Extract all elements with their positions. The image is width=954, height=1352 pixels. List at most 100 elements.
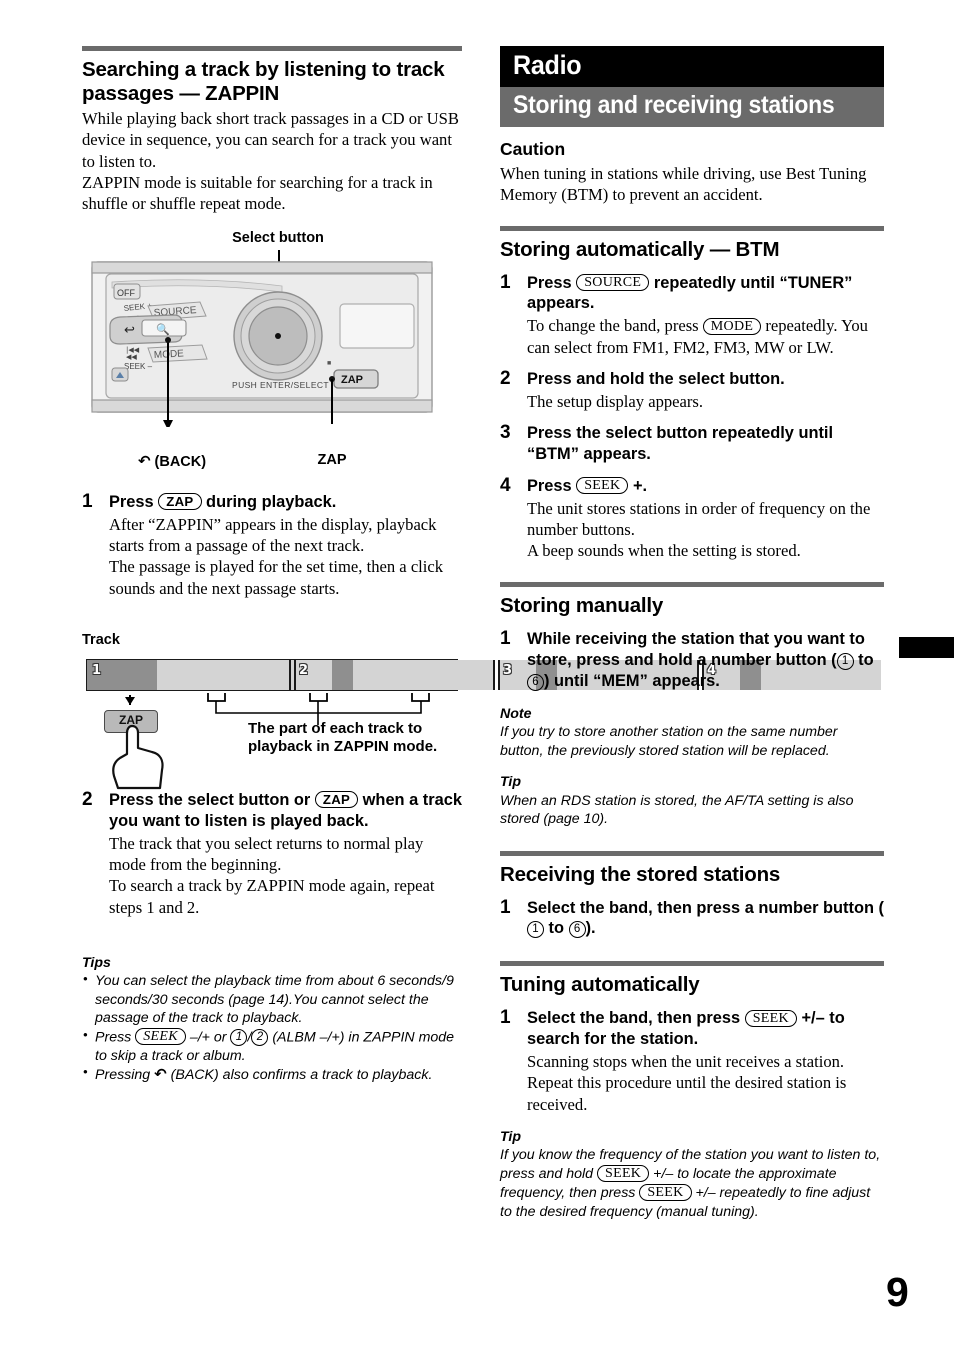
left-column: Searching a track by listening to track … bbox=[82, 46, 462, 215]
step-lead: While receiving the station that you wan… bbox=[527, 629, 884, 692]
svg-text:■: ■ bbox=[327, 360, 331, 367]
step-lead-pre: Select the band, then press bbox=[527, 1009, 745, 1028]
step-number: 3 bbox=[500, 422, 511, 444]
step-lead: Select the band, then press a number but… bbox=[527, 898, 884, 940]
svg-text:ZAP: ZAP bbox=[341, 374, 363, 386]
page-title: Searching a track by listening to track … bbox=[82, 58, 445, 105]
section-heading: Storing manually bbox=[500, 594, 664, 618]
step-detail: After “ZAPPIN” appears in the display, p… bbox=[109, 514, 444, 598]
note-text: If you try to store another station on t… bbox=[500, 724, 838, 759]
step-lead-mid: to bbox=[853, 651, 874, 670]
mode-key: MODE bbox=[702, 317, 762, 335]
seek-key: SEEK bbox=[576, 477, 629, 495]
step-number: 1 bbox=[500, 896, 511, 918]
tip-text: (BACK) also confirms a track to playback… bbox=[166, 1067, 433, 1084]
step-detail-pre: To change the band, press bbox=[527, 316, 703, 336]
step-lead-pre: Select the band, then press a number but… bbox=[527, 898, 884, 917]
step-detail: The unit stores stations in order of fre… bbox=[527, 498, 871, 561]
number-key-1: 1 bbox=[527, 921, 544, 939]
tip-block: Tip When an RDS station is stored, the A… bbox=[500, 773, 884, 828]
step-lead-pre: Press bbox=[527, 273, 577, 292]
tips-block: Tips You can select the playback time fr… bbox=[82, 954, 464, 1085]
tuning-step-1: 1 Select the band, then press SEEK +/– t… bbox=[500, 1007, 884, 1115]
btm-step-4: 4 Press SEEK +. The unit stores stations… bbox=[500, 474, 884, 562]
step-lead-pre: While receiving the station that you wan… bbox=[527, 630, 865, 670]
tip-text: Press bbox=[95, 1029, 136, 1046]
seek-key: SEEK bbox=[744, 1009, 797, 1027]
section-receiving-stored: Receiving the stored stations 1 Select t… bbox=[500, 850, 884, 940]
step-lead: Select the band, then press SEEK +/– to … bbox=[527, 1008, 884, 1050]
section-rule-left bbox=[82, 46, 462, 51]
tips-list: You can select the playback time from ab… bbox=[82, 971, 464, 1085]
back-icon: ↶ bbox=[137, 452, 151, 470]
svg-text:MODE: MODE bbox=[154, 348, 185, 361]
svg-text:↩: ↩ bbox=[124, 323, 135, 338]
track-segment-played bbox=[332, 660, 353, 690]
section-heading: Storing automatically — BTM bbox=[500, 237, 780, 261]
step-number: 1 bbox=[500, 1007, 511, 1029]
number-key-1: 1 bbox=[230, 1029, 248, 1047]
tip-text: If you know the frequency of the station… bbox=[500, 1147, 880, 1219]
step-lead: Press SEEK +. bbox=[527, 476, 884, 497]
note-heading: Note bbox=[500, 705, 532, 722]
list-item: You can select the playback time from ab… bbox=[82, 971, 464, 1027]
seek-key: SEEK bbox=[597, 1164, 650, 1182]
step-lead-pre: Press bbox=[527, 476, 577, 495]
zap-key: ZAP bbox=[314, 790, 359, 808]
note-block: Note If you try to store another station… bbox=[500, 705, 884, 760]
seek-key: SEEK bbox=[135, 1027, 186, 1045]
page-number: 9 bbox=[886, 1269, 909, 1315]
chapter-banner: Radio bbox=[500, 46, 884, 87]
step-number: 2 bbox=[500, 367, 511, 389]
btm-step-2: 2 Press and hold the select button. The … bbox=[500, 367, 884, 412]
number-key-6: 6 bbox=[568, 921, 586, 939]
track-figure-caption: The part of each track to playback in ZA… bbox=[248, 720, 438, 755]
track-number: 2 bbox=[299, 663, 309, 678]
select-button-label: Select button bbox=[232, 230, 324, 246]
zap-callout-label: ZAP bbox=[317, 452, 347, 468]
step-number: 2 bbox=[82, 789, 93, 810]
back-callout: ↶ (BACK) bbox=[102, 452, 242, 471]
track-bar: 1 2 3 4 bbox=[86, 659, 881, 691]
head-unit-drawing: OFF SEEK + ▶▶| ▶▶ SOURCE ↩ 🔍 MODE |◀◀ ◀◀… bbox=[91, 261, 433, 427]
zappin-step-2: 2 Press the select button or ZAP when a … bbox=[82, 789, 462, 918]
step-detail: Scanning stops when the unit receives a … bbox=[527, 1051, 847, 1114]
step-lead-mid: to bbox=[544, 919, 569, 938]
step-number: 1 bbox=[500, 271, 511, 293]
intro-paragraph-1: While playing back short track passages … bbox=[82, 108, 459, 171]
section-rule bbox=[500, 225, 884, 231]
back-callout-label: (BACK) bbox=[154, 454, 207, 470]
section-heading: Tuning automatically bbox=[500, 973, 700, 997]
source-key: SOURCE bbox=[576, 274, 650, 292]
step-detail: The track that you select returns to nor… bbox=[109, 833, 435, 917]
btm-step-1: 1 Press SOURCE repeatedly until “TUNER” … bbox=[500, 271, 884, 358]
step-lead: Press the select button repeatedly until… bbox=[527, 424, 834, 463]
number-key-1: 1 bbox=[836, 653, 854, 671]
svg-text:PUSH ENTER/SELECT: PUSH ENTER/SELECT bbox=[232, 380, 329, 390]
svg-text:◀◀: ◀◀ bbox=[126, 353, 137, 361]
track-divider bbox=[493, 660, 495, 690]
tip-text: –/+ or bbox=[185, 1029, 231, 1046]
list-item: Press SEEK –/+ or 1/2 (ALBM –/+) in ZAPP… bbox=[82, 1027, 464, 1065]
zappin-step-1: 1 Press ZAP during playback. After “ZAPP… bbox=[82, 491, 462, 599]
list-item: Pressing ↶ (BACK) also confirms a track … bbox=[82, 1064, 464, 1085]
section-rule bbox=[500, 961, 884, 967]
step-lead-post: ) until “MEM” appears. bbox=[544, 672, 720, 691]
caution-heading: Caution bbox=[500, 139, 566, 159]
back-icon: ↶ bbox=[154, 1065, 167, 1084]
track-divider bbox=[289, 660, 291, 690]
step-number: 4 bbox=[500, 474, 511, 496]
head-unit-figure: Select button OFF SEEK + ▶▶| ▶▶ SOURCE bbox=[82, 230, 462, 475]
section-rule bbox=[500, 582, 884, 588]
section-banner: Storing and receiving stations bbox=[500, 87, 884, 127]
section-title: Storing and receiving stations bbox=[513, 91, 835, 119]
section-storing-automatically: Storing automatically — BTM 1 Press SOUR… bbox=[500, 225, 884, 562]
section-tuning-automatically: Tuning automatically 1 Select the band, … bbox=[500, 961, 884, 1221]
caution-text: When tuning in stations while driving, u… bbox=[500, 164, 867, 205]
seek-key: SEEK bbox=[639, 1183, 692, 1201]
track-figure: Track 1 2 3 4 ZAP The part of each track… bbox=[82, 632, 881, 790]
right-column: Radio Storing and receiving stations Cau… bbox=[500, 46, 884, 1221]
manual-step-1: 1 While receiving the station that you w… bbox=[500, 628, 884, 692]
step-number: 1 bbox=[500, 628, 511, 650]
tip-heading: Tip bbox=[500, 1128, 522, 1145]
